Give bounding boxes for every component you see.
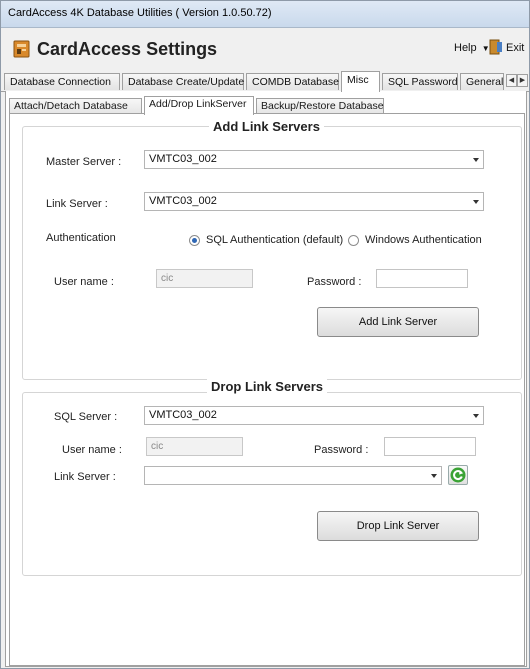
tab-database-create-update[interactable]: Database Create/Update xyxy=(122,73,244,90)
master-server-label: Master Server : xyxy=(46,156,122,168)
link-server-label: Link Server : xyxy=(46,198,108,210)
tab-comdb-database[interactable]: COMDB Database xyxy=(246,73,339,90)
chevron-down-icon xyxy=(473,414,479,418)
drop-link-server-combo[interactable] xyxy=(144,466,442,485)
sql-server-label: SQL Server : xyxy=(54,411,118,423)
add-password-input[interactable] xyxy=(376,269,468,288)
refresh-icon[interactable] xyxy=(448,465,468,485)
app-title: CardAccess Settings xyxy=(37,39,218,59)
exit-menu[interactable]: Exit xyxy=(506,42,524,54)
sql-server-combo[interactable]: VMTC03_002 xyxy=(144,406,484,425)
app-icon xyxy=(13,40,30,58)
sub-tab-strip: Attach/Detach Database Add/Drop LinkServ… xyxy=(9,96,521,115)
drop-password-input[interactable] xyxy=(384,437,476,456)
tab-database-connection[interactable]: Database Connection xyxy=(4,73,120,90)
add-password-label: Password : xyxy=(307,276,362,288)
tab-general[interactable]: General xyxy=(460,73,504,90)
main-tab-strip: Database Connection Database Create/Upda… xyxy=(1,71,529,92)
windows-auth-label[interactable]: Windows Authentication xyxy=(365,234,482,246)
add-username-label: User name : xyxy=(54,276,114,288)
window-title: CardAccess 4K Database Utilities ( Versi… xyxy=(8,7,272,19)
app-header: CardAccess Settings Help ▼ Exit xyxy=(1,28,529,68)
tab-scroll-left-icon[interactable]: ◀ xyxy=(506,74,517,87)
drop-username-input[interactable]: cic xyxy=(146,437,243,456)
chevron-down-icon xyxy=(473,200,479,204)
tab-add-drop-linkserver[interactable]: Add/Drop LinkServer xyxy=(144,96,254,115)
chevron-down-icon xyxy=(431,474,437,478)
add-username-input[interactable]: cic xyxy=(156,269,253,288)
app-window: CardAccess 4K Database Utilities ( Versi… xyxy=(0,0,530,669)
authentication-label: Authentication xyxy=(46,232,116,244)
sql-auth-radio[interactable] xyxy=(189,235,200,246)
tab-backup-restore[interactable]: Backup/Restore Database xyxy=(256,98,384,114)
title-bar: CardAccess 4K Database Utilities ( Versi… xyxy=(1,1,529,28)
drop-password-label: Password : xyxy=(314,444,369,456)
tab-scroll-right-icon[interactable]: ▶ xyxy=(517,74,528,87)
link-server-combo[interactable]: VMTC03_002 xyxy=(144,192,484,211)
help-menu[interactable]: Help ▼ xyxy=(454,42,490,54)
linkserver-panel: Add Link Servers Master Server : VMTC03_… xyxy=(9,113,525,666)
master-server-value: VMTC03_002 xyxy=(149,153,217,165)
add-link-server-button[interactable]: Add Link Server xyxy=(317,307,479,337)
drop-link-servers-title: Drop Link Servers xyxy=(207,379,327,394)
help-menu-label: Help xyxy=(454,42,477,54)
tab-sql-password[interactable]: SQL Password xyxy=(382,73,458,90)
drop-link-server-button[interactable]: Drop Link Server xyxy=(317,511,479,541)
windows-auth-radio[interactable] xyxy=(348,235,359,246)
master-server-combo[interactable]: VMTC03_002 xyxy=(144,150,484,169)
drop-link-server-label: Link Server : xyxy=(54,471,116,483)
chevron-down-icon xyxy=(473,158,479,162)
tab-attach-detach[interactable]: Attach/Detach Database xyxy=(9,98,142,114)
exit-icon[interactable] xyxy=(489,39,503,55)
sql-auth-label[interactable]: SQL Authentication (default) xyxy=(206,234,343,246)
tab-misc[interactable]: Misc xyxy=(341,71,380,92)
add-link-servers-title: Add Link Servers xyxy=(209,119,324,134)
sql-server-value: VMTC03_002 xyxy=(149,409,217,421)
link-server-value: VMTC03_002 xyxy=(149,195,217,207)
drop-username-label: User name : xyxy=(62,444,122,456)
